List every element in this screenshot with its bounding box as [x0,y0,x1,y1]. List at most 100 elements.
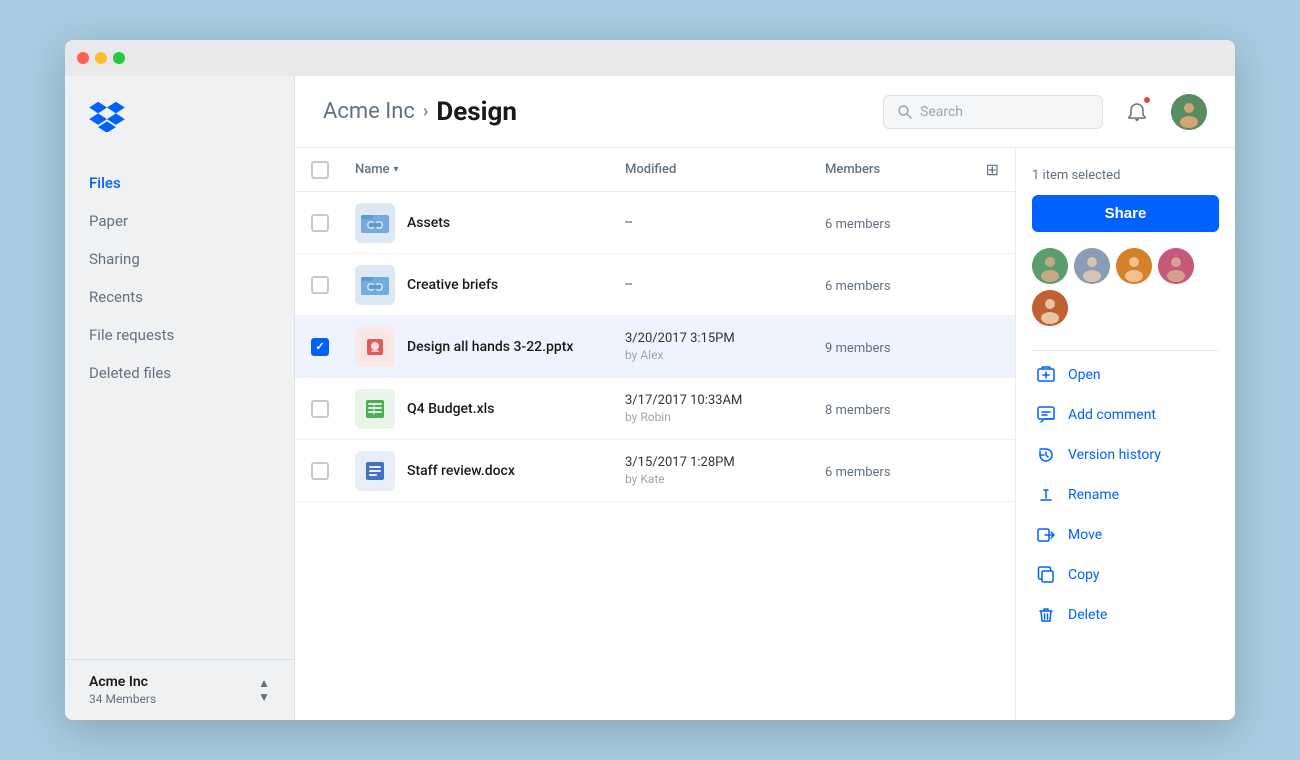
minimize-button[interactable] [95,52,107,64]
share-button[interactable]: Share [1032,195,1219,232]
file-members: 6 members [825,465,891,480]
file-modified-by: by Robin [625,410,825,424]
main-content: Files Paper Sharing Recents File request… [65,76,1235,720]
move-icon [1036,525,1056,545]
maximize-button[interactable] [113,52,125,64]
sidebar-footer: Acme Inc 34 Members ▲ ▼ [65,659,294,720]
docx-icon-svg [361,457,389,485]
panel-divider [1032,350,1219,351]
main-header: Acme Inc › Design Search [295,76,1235,148]
action-label: Open [1068,367,1101,383]
logo [65,100,294,164]
org-info: Acme Inc 34 Members [89,674,156,706]
row-checkbox-assets[interactable] [311,214,329,232]
sidebar: Files Paper Sharing Recents File request… [65,76,295,720]
notifications-button[interactable] [1119,94,1155,130]
user-avatar-image [1171,94,1207,130]
sidebar-item-file-requests[interactable]: File requests [65,316,294,354]
file-name: Q4 Budget.xls [407,401,494,417]
search-icon [898,105,912,119]
table-row[interactable]: Design all hands 3-22.pptx 3/20/2017 3:1… [295,316,1015,378]
file-area: Name ▾ Modified Members ⊞ [295,148,1235,720]
table-header: Name ▾ Modified Members ⊞ [295,148,1015,192]
member-avatar [1158,248,1194,284]
rename-icon [1036,485,1056,505]
member-avatar [1074,248,1110,284]
action-label: Rename [1068,487,1119,503]
column-header-members: Members [825,162,955,177]
sidebar-item-files[interactable]: Files [65,164,294,202]
file-modified-by: by Kate [625,472,825,486]
docx-icon [355,451,395,491]
dropbox-logo-icon [89,100,125,132]
action-delete[interactable]: Delete [1032,595,1219,635]
search-placeholder: Search [920,104,963,120]
column-header-name[interactable]: Name ▾ [355,162,625,177]
file-modified: 3/17/2017 10:33AM [625,393,825,408]
org-chevron-icon[interactable]: ▲ ▼ [258,677,270,703]
file-name: Assets [407,215,450,231]
folder-shared-icon [355,203,395,243]
file-name: Staff review.docx [407,463,515,479]
xls-icon-svg [361,395,389,423]
header-actions: Search [883,94,1207,130]
table-row[interactable]: Creative briefs -- 6 members [295,254,1015,316]
row-checkbox-staff-review[interactable] [311,462,329,480]
pptx-icon [355,327,395,367]
copy-icon [1036,565,1056,585]
org-members: 34 Members [89,692,156,706]
sort-arrow-icon: ▾ [394,164,399,175]
select-all-checkbox[interactable] [311,161,329,179]
file-list: Name ▾ Modified Members ⊞ [295,148,1015,720]
member-avatar [1032,290,1068,326]
table-row[interactable]: Staff review.docx 3/15/2017 1:28PM by Ka… [295,440,1015,502]
grid-view-icon[interactable]: ⊞ [986,160,999,179]
row-checkbox-design-all-hands[interactable] [311,338,329,356]
action-label: Copy [1068,567,1100,583]
pptx-icon-svg [361,333,389,361]
action-rename[interactable]: Rename [1032,475,1219,515]
selected-label: 1 item selected [1032,168,1219,183]
app-window: Files Paper Sharing Recents File request… [65,40,1235,720]
breadcrumb-separator: › [423,101,428,122]
titlebar [65,40,1235,76]
close-button[interactable] [77,52,89,64]
file-members: 6 members [825,279,891,294]
folder-icon-svg [361,273,389,297]
sidebar-item-paper[interactable]: Paper [65,202,294,240]
row-checkbox-creative-briefs[interactable] [311,276,329,294]
breadcrumb: Acme Inc › Design [323,97,517,127]
folder-shared-icon [355,265,395,305]
open-icon [1036,365,1056,385]
action-copy[interactable]: Copy [1032,555,1219,595]
action-open[interactable]: Open [1032,355,1219,395]
action-label: Add comment [1068,407,1156,423]
folder-icon-svg [361,211,389,235]
file-modified: -- [625,215,825,230]
action-add-comment[interactable]: Add comment [1032,395,1219,435]
action-version-history[interactable]: Version history [1032,435,1219,475]
main-panel: Acme Inc › Design Search [295,76,1235,720]
nav-items: Files Paper Sharing Recents File request… [65,164,294,659]
table-row[interactable]: Assets -- 6 members [295,192,1015,254]
file-members: 6 members [825,217,891,232]
action-list: Open Add comment [1032,355,1219,635]
action-move[interactable]: Move [1032,515,1219,555]
member-avatar [1032,248,1068,284]
sidebar-item-recents[interactable]: Recents [65,278,294,316]
sidebar-item-sharing[interactable]: Sharing [65,240,294,278]
action-label: Version history [1068,447,1161,463]
right-panel: 1 item selected Share [1015,148,1235,720]
user-avatar[interactable] [1171,94,1207,130]
trash-icon [1036,605,1056,625]
sidebar-item-deleted-files[interactable]: Deleted files [65,354,294,392]
table-row[interactable]: Q4 Budget.xls 3/17/2017 10:33AM by Robin… [295,378,1015,440]
comment-icon [1036,405,1056,425]
member-avatar [1116,248,1152,284]
breadcrumb-parent[interactable]: Acme Inc [323,99,415,124]
search-box[interactable]: Search [883,95,1103,129]
row-checkbox-q4-budget[interactable] [311,400,329,418]
traffic-lights [77,52,125,64]
file-members: 8 members [825,403,891,418]
xls-icon [355,389,395,429]
